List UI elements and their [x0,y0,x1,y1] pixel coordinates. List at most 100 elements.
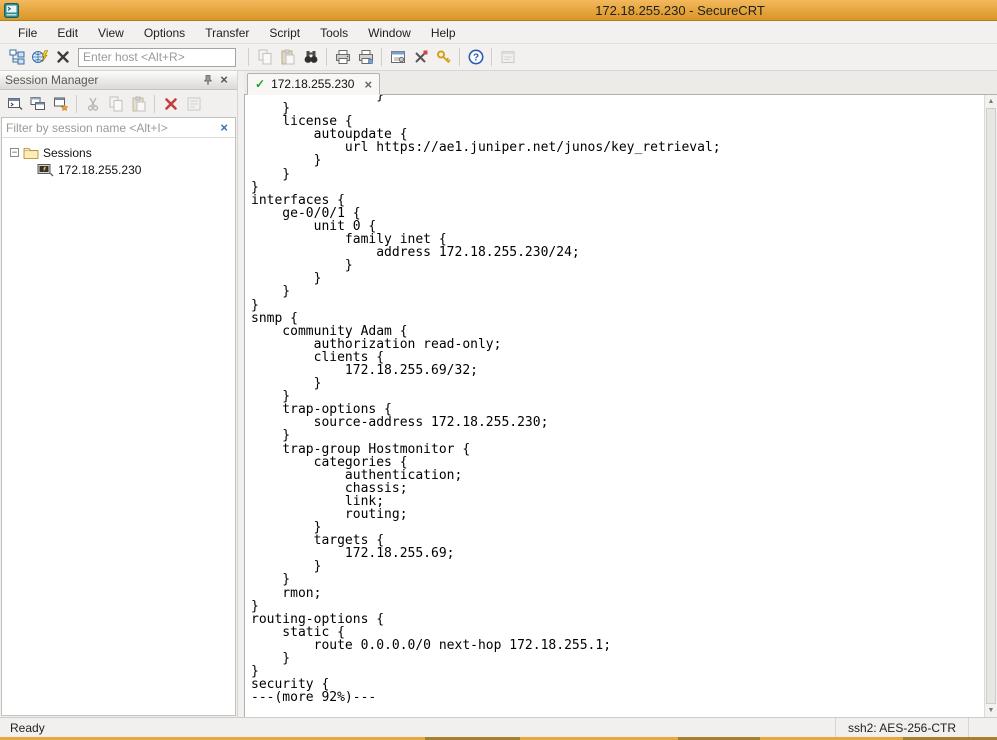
terminal-line: } [251,559,322,575]
tab-strip: ✓ 172.18.255.230 × [244,71,997,95]
session-manager-header: Session Manager × [0,71,237,90]
help-icon[interactable]: ? [464,46,487,68]
session-options-icon[interactable] [386,46,409,68]
terminal-line: } [251,651,291,667]
terminal-line: route 0.0.0.0/0 next-hop 172.18.255.1; [251,637,612,653]
menu-item[interactable]: Script [259,23,310,43]
toolbar-separator [248,48,249,66]
status-ready-text: Ready [10,720,45,735]
menu-item[interactable]: File [8,23,47,43]
terminal-line: } [251,95,385,103]
print-setup-icon[interactable] [354,46,377,68]
terminal-line: } [251,284,291,300]
menu-item[interactable]: Transfer [195,23,259,43]
host-input[interactable] [78,47,236,67]
filter-clear-icon[interactable]: × [213,120,235,135]
session-tree[interactable]: − Sessions 172.18.255.230 [2,138,235,715]
properties-icon[interactable] [182,93,205,115]
session-manager-body: × − Sessions 172.18.255.230 [1,117,236,716]
menu-item[interactable]: Help [421,23,466,43]
connect-icon[interactable] [3,93,26,115]
terminal-line: 172.18.255.69; [251,546,455,562]
paste-icon[interactable] [276,46,299,68]
terminal-line: authentication; [251,467,463,483]
menu-item[interactable]: Tools [310,23,358,43]
scroll-down-icon[interactable]: ▼ [985,704,997,717]
terminal-line: } [251,179,259,195]
toolbar-separator [76,94,77,113]
session-icon [37,163,54,177]
paste-icon[interactable] [127,93,150,115]
quick-connect-icon[interactable] [28,46,51,68]
session-manager-toolbar [0,90,237,117]
tab-close-icon[interactable]: × [364,77,372,92]
copy-icon[interactable] [253,46,276,68]
menu-bar: File Edit View Options Transfer Script T… [0,22,997,44]
tab-label: 172.18.255.230 [271,77,355,91]
clear-screen-icon[interactable] [409,46,432,68]
tree-item-session[interactable]: 172.18.255.230 [2,161,235,178]
terminal-region: ✓ 172.18.255.230 × } } license { autoupd… [244,71,997,717]
terminal-line: interfaces { [251,192,345,208]
terminal-line: categories { [251,454,408,470]
terminal-line: } [251,428,291,444]
terminal-line: } [251,598,259,614]
session-manager-panel: Session Manager × Filter by session name… [0,71,238,717]
terminal-line: } [251,258,353,274]
session-tab[interactable]: ✓ 172.18.255.230 × [247,73,381,95]
session-label: 172.18.255.230 [58,162,142,177]
menu-item[interactable]: Edit [47,23,88,43]
folder-icon [23,146,39,159]
copy-icon[interactable] [104,93,127,115]
delete-icon[interactable] [159,93,182,115]
terminal-line: trap-group Hostmonitor { [251,441,471,457]
terminal-line: rmon; [251,585,322,601]
terminal-line: url https://ae1.juniper.net/junos/key_re… [251,140,721,156]
tree-item-sessions-root[interactable]: − Sessions [2,144,235,161]
collapse-icon[interactable]: − [10,148,19,157]
terminal-line: chassis; [251,480,408,496]
terminal-line: ---(more 92%)--- [251,690,377,706]
terminal-line: 172.18.255.69/32; [251,362,478,378]
print-icon[interactable] [331,46,354,68]
connect-in-tab-icon[interactable] [26,93,49,115]
terminal-line: ge-0/0/1 { [251,205,361,221]
svg-text:?: ? [472,53,478,64]
status-encryption-text: ssh2: AES-256-CTR [834,718,969,737]
find-icon[interactable] [299,46,322,68]
terminal-line: routing-options { [251,611,385,627]
filter-input[interactable] [2,120,214,135]
terminal[interactable]: } } license { autoupdate { url https://a… [244,95,997,717]
new-session-icon[interactable] [49,93,72,115]
cut-icon[interactable] [81,93,104,115]
panel-close-icon[interactable]: × [216,72,232,88]
terminal-line: } [251,572,291,588]
terminal-line: snmp { [251,310,298,326]
keymap-icon[interactable] [432,46,455,68]
window-titlebar[interactable]: 172.18.255.230 - SecureCRT [0,0,997,21]
disconnect-icon[interactable] [51,46,74,68]
pin-icon[interactable] [200,72,216,88]
status-bar: Ready ssh2: AES-256-CTR [0,717,997,737]
script-status-icon[interactable] [496,46,519,68]
toolbar-separator [491,48,492,66]
toolbar-separator [381,48,382,66]
terminal-scrollbar[interactable]: ▲ ▼ [984,95,997,717]
terminal-line: address 172.18.255.230/24; [251,245,580,261]
terminal-line: authorization read-only; [251,336,502,352]
terminal-line: } [251,101,291,117]
scroll-up-icon[interactable]: ▲ [985,95,997,108]
main-toolbar: ? [0,44,997,71]
toolbar-separator [326,48,327,66]
terminal-line: } [251,297,259,313]
scrollbar-thumb[interactable] [986,108,996,704]
menu-item[interactable]: Window [358,23,421,43]
tree-root-label: Sessions [43,145,92,160]
menu-item[interactable]: Options [134,23,195,43]
terminal-line: } [251,664,259,680]
session-manager-toggle-icon[interactable] [5,46,28,68]
terminal-line: source-address 172.18.255.230; [251,415,549,431]
terminal-output: } } license { autoupdate { url https://a… [251,95,983,704]
terminal-line: } [251,166,291,182]
menu-item[interactable]: View [88,23,134,43]
